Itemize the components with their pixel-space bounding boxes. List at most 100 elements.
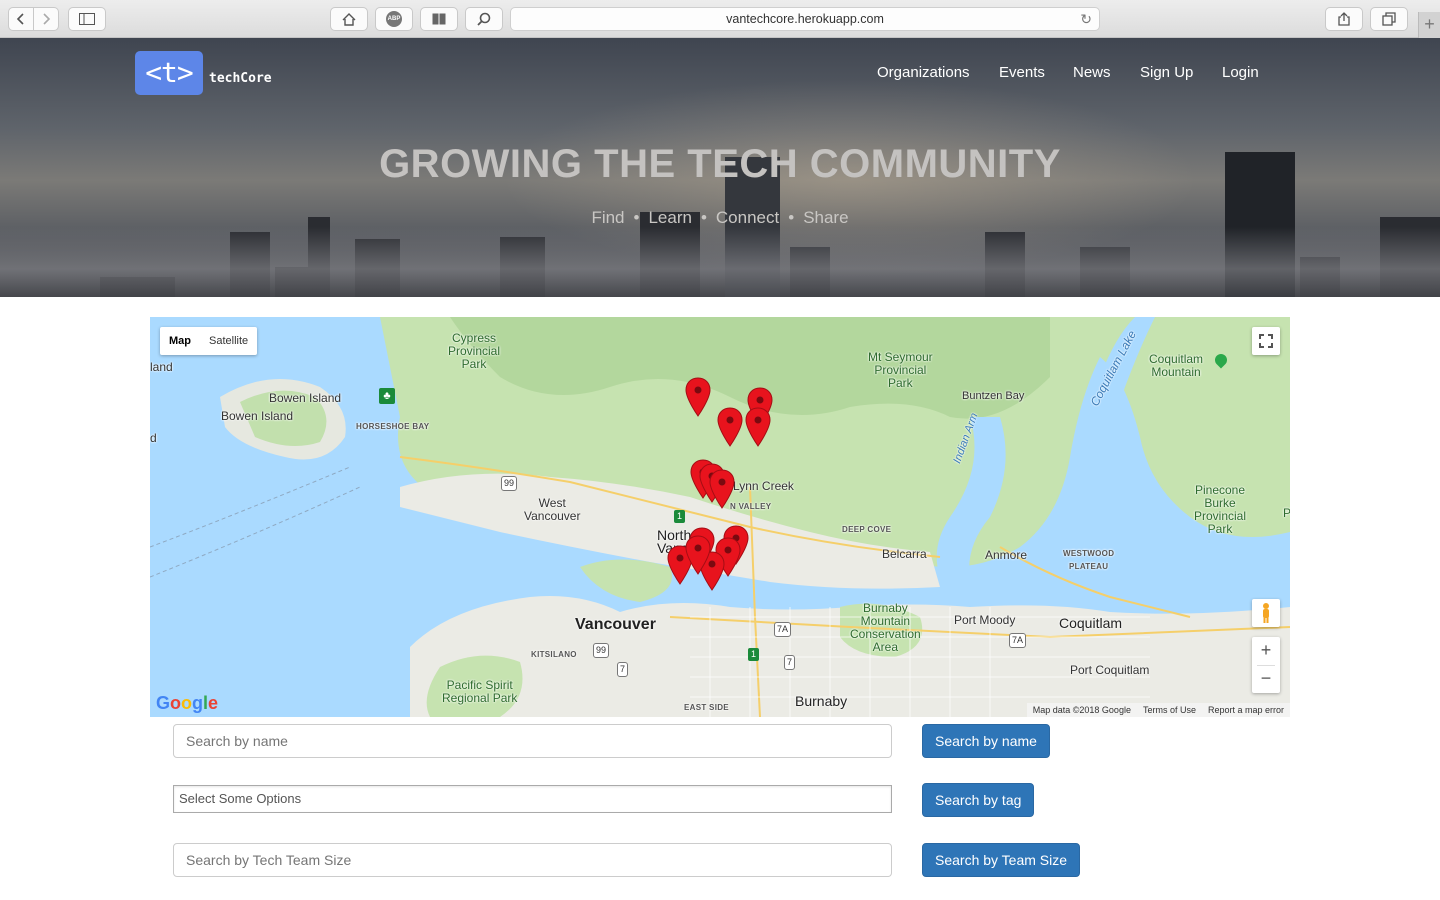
map-marker-icon[interactable] <box>717 407 743 447</box>
map-label: Vancouver <box>575 616 656 633</box>
map-attribution: Map data ©2018 Google Terms of Use Repor… <box>1026 703 1290 717</box>
subtitle-separator: • <box>788 208 795 227</box>
map-label: Port Moody <box>954 613 1016 627</box>
browser-toolbar: ABP vantechcore.herokuapp.com ↻ + <box>0 0 1440 38</box>
map-label: Burnaby <box>795 693 848 709</box>
map-label: Belcarra <box>882 547 927 561</box>
terms-link[interactable]: Terms of Use <box>1143 703 1196 717</box>
home-icon <box>342 12 356 26</box>
map-label: Buntzen Bay <box>962 390 1025 402</box>
map-label: Coquitlam Mountain <box>1149 352 1204 379</box>
zoom-control: + − <box>1252 637 1280 693</box>
forward-button[interactable] <box>33 7 59 31</box>
map-label: d <box>150 431 157 445</box>
url-text: vantechcore.herokuapp.com <box>726 12 884 26</box>
search-name-input[interactable] <box>173 724 892 758</box>
nav-organizations[interactable]: Organizations <box>877 64 970 81</box>
subtitle-word: Share <box>803 208 849 227</box>
subtitle-word: Learn <box>648 208 692 227</box>
map-terrain <box>150 317 1290 717</box>
highway-shield: 1 <box>748 648 760 661</box>
subtitle-separator: • <box>700 208 707 227</box>
new-tab-icon[interactable]: + <box>1418 12 1440 38</box>
map-marker-icon[interactable] <box>685 535 711 575</box>
map-label: Pinecone Burke Provincial Park <box>1194 483 1247 536</box>
logo-text[interactable]: techCore <box>209 71 272 86</box>
sidebar-button[interactable] <box>68 7 106 31</box>
street-view-button[interactable] <box>1252 599 1280 627</box>
map-label: Lynn Creek <box>733 479 794 493</box>
hero-fog <box>0 227 1440 297</box>
search-icon <box>477 12 491 26</box>
highway-shield: 7A <box>1009 633 1027 648</box>
highway-shield: 1 <box>674 510 686 523</box>
adblock-icon: ABP <box>386 11 402 27</box>
subtitle-word: Find <box>591 208 625 227</box>
tag-select-input[interactable]: Select Some Options <box>173 785 892 813</box>
map-label: EAST SIDE <box>684 703 729 712</box>
map-label: Cypress Provincial Park <box>448 331 501 371</box>
map-label: Mt Seymour Provincial Park <box>868 350 933 390</box>
search-tag-button[interactable]: Search by tag <box>922 783 1035 817</box>
map-type-control: Map Satellite <box>160 327 258 355</box>
reader-button[interactable] <box>420 7 458 31</box>
google-logo-letter: g <box>192 693 204 713</box>
report-error-link[interactable]: Report a map error <box>1208 703 1284 717</box>
team-size-input[interactable] <box>173 843 892 877</box>
map-label: WESTWOOD PLATEAU <box>1063 549 1115 571</box>
fullscreen-icon <box>1259 334 1273 348</box>
highway-shield: 99 <box>501 476 518 491</box>
hero-banner: <t> techCore Organizations Events News S… <box>0 38 1440 297</box>
map-label: HORSESHOE BAY <box>356 422 430 431</box>
google-logo-letter: o <box>181 693 193 713</box>
zoom-in-button[interactable]: + <box>1252 637 1280 665</box>
map-canvas[interactable]: Cypress Provincial Park Mt Seymour Provi… <box>150 317 1290 717</box>
forward-icon <box>43 13 51 25</box>
map-marker-icon[interactable] <box>685 377 711 417</box>
tabs-icon <box>1382 12 1396 26</box>
map-label: West Vancouver <box>524 496 581 523</box>
zoom-out-button[interactable]: − <box>1252 665 1280 693</box>
share-icon <box>1338 12 1350 26</box>
google-logo-letter: o <box>170 693 182 713</box>
map-label: N VALLEY <box>730 502 772 511</box>
google-logo-letter: e <box>208 693 219 713</box>
hero-title: GROWING THE TECH COMMUNITY <box>379 142 1061 186</box>
logo-mark[interactable]: <t> <box>135 51 203 95</box>
adblock-button[interactable]: ABP <box>375 7 413 31</box>
map-label: land <box>150 360 173 374</box>
search-name-button[interactable]: Search by name <box>922 724 1050 758</box>
google-logo: Google <box>156 693 218 714</box>
address-bar[interactable]: vantechcore.herokuapp.com ↻ <box>510 7 1100 31</box>
nav-sign-up[interactable]: Sign Up <box>1140 64 1193 81</box>
nav-login[interactable]: Login <box>1222 64 1259 81</box>
nav-news[interactable]: News <box>1073 64 1111 81</box>
share-button[interactable] <box>1325 7 1363 31</box>
tabs-button[interactable] <box>1370 7 1408 31</box>
map-label: Anmore <box>985 548 1028 562</box>
highway-shield: 7 <box>617 662 629 677</box>
park-icon: ♣ <box>379 388 395 404</box>
back-icon <box>16 13 24 25</box>
map-marker-icon[interactable] <box>745 407 771 447</box>
nav-events[interactable]: Events <box>999 64 1045 81</box>
search-team-size-button[interactable]: Search by Team Size <box>922 843 1081 877</box>
map-marker-icon[interactable] <box>709 469 735 509</box>
zoom-divider <box>1257 665 1275 666</box>
map-label: Bowen Island <box>269 391 342 405</box>
search-button[interactable] <box>465 7 503 31</box>
map-type-map[interactable]: Map <box>160 327 200 355</box>
map-label: Pacific Spirit Regional Park <box>442 678 518 705</box>
home-button[interactable] <box>330 7 368 31</box>
sidebar-icon <box>79 13 95 25</box>
fullscreen-button[interactable] <box>1252 327 1280 355</box>
map-label: Bowen Island <box>221 409 294 423</box>
map-label: Coquitlam <box>1059 615 1123 631</box>
back-button[interactable] <box>8 7 34 31</box>
reload-icon[interactable]: ↻ <box>1080 8 1092 30</box>
google-logo-text: Google <box>156 693 218 713</box>
map-data-text: Map data ©2018 Google <box>1032 705 1131 715</box>
map-type-satellite[interactable]: Satellite <box>200 327 257 355</box>
highway-shield: 7A <box>774 622 792 637</box>
subtitle-separator: • <box>633 208 640 227</box>
